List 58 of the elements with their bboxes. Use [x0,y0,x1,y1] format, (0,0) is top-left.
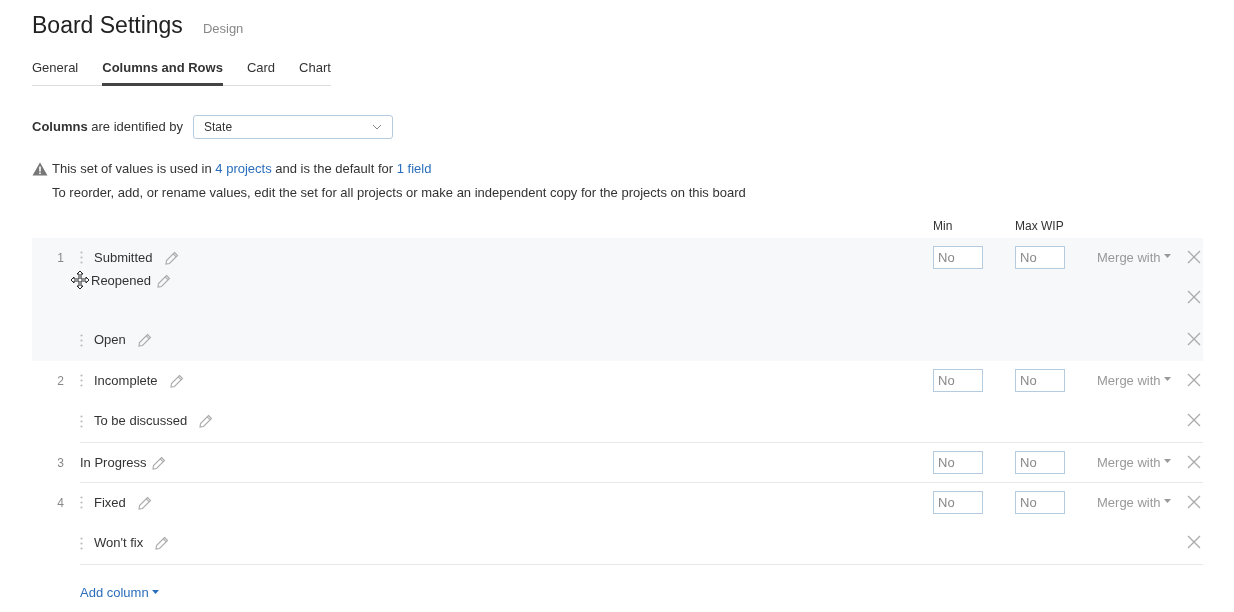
pencil-icon[interactable] [137,333,152,348]
min-input[interactable]: No [933,369,983,393]
value-label: Fixed [94,493,126,512]
caret-icon [1164,376,1172,381]
close-button[interactable] [1187,249,1203,266]
tab[interactable]: Columns and Rows [102,53,223,87]
tab[interactable]: Card [246,53,276,87]
tab[interactable]: General [32,53,79,87]
column-header: Max WIP [1015,218,1065,236]
min-input[interactable]: No [933,451,983,475]
merge-dropdown[interactable]: Merge with [1097,452,1187,473]
value-label: To be discussed [94,412,188,431]
value-label: Reopened [91,272,151,291]
caret-icon [1164,458,1172,463]
page-title: Board Settings [32,12,183,40]
value-label: Submitted [94,248,153,267]
field-link[interactable]: 1 field [396,161,432,177]
value-label: Incomplete [94,371,158,390]
column-number: 3 [56,454,65,472]
merge-dropdown[interactable]: Merge with [1097,247,1187,268]
column-number: 4 [56,494,65,512]
column-number: 1 [56,249,65,267]
max-wip-input[interactable]: No [1015,451,1065,475]
pencil-icon[interactable] [137,495,152,510]
pencil-icon[interactable] [152,455,167,470]
merge-dropdown[interactable]: Merge with [1097,492,1187,513]
close-button[interactable] [1187,454,1203,471]
chevron-down-icon [372,124,383,131]
tab[interactable]: Chart [299,53,331,87]
value-label: Won't fix [94,534,144,553]
page-subtitle: Design [202,20,244,38]
max-wip-input[interactable]: No [1015,369,1065,393]
close-button[interactable] [1187,372,1203,389]
caret-icon [1164,253,1172,258]
pencil-icon[interactable] [164,250,179,265]
pencil-icon[interactable] [155,536,170,551]
caret-icon [152,590,160,595]
max-wip-input[interactable]: No [1015,246,1065,270]
column-header: Min [933,218,954,236]
pencil-icon[interactable] [157,274,171,289]
column-number: 2 [56,372,65,390]
hint-text: To reorder, add, or rename values, edit the set for all projects or make an independent copy for the projects on this board [52,183,747,202]
merge-dropdown[interactable]: Merge with [1097,370,1187,391]
projects-link[interactable]: 4 projects [215,161,272,177]
caret-icon [1164,498,1172,503]
value-label: Open [94,331,126,350]
pencil-icon[interactable] [169,373,184,388]
min-input[interactable]: No [933,246,983,270]
add-column-link[interactable]: Add column [80,583,160,603]
pencil-icon[interactable] [199,414,214,429]
state-dropdown[interactable]: State [193,115,394,140]
warning-icon [32,161,48,176]
close-button[interactable] [1187,494,1203,511]
notice-text: This set of values is used in 4 projects and is the default for 1 field [52,160,432,179]
min-input[interactable]: No [933,491,983,515]
value-label: In Progress [80,453,147,472]
field-label: Columns are identified by [32,118,184,137]
max-wip-input[interactable]: No [1015,491,1065,515]
